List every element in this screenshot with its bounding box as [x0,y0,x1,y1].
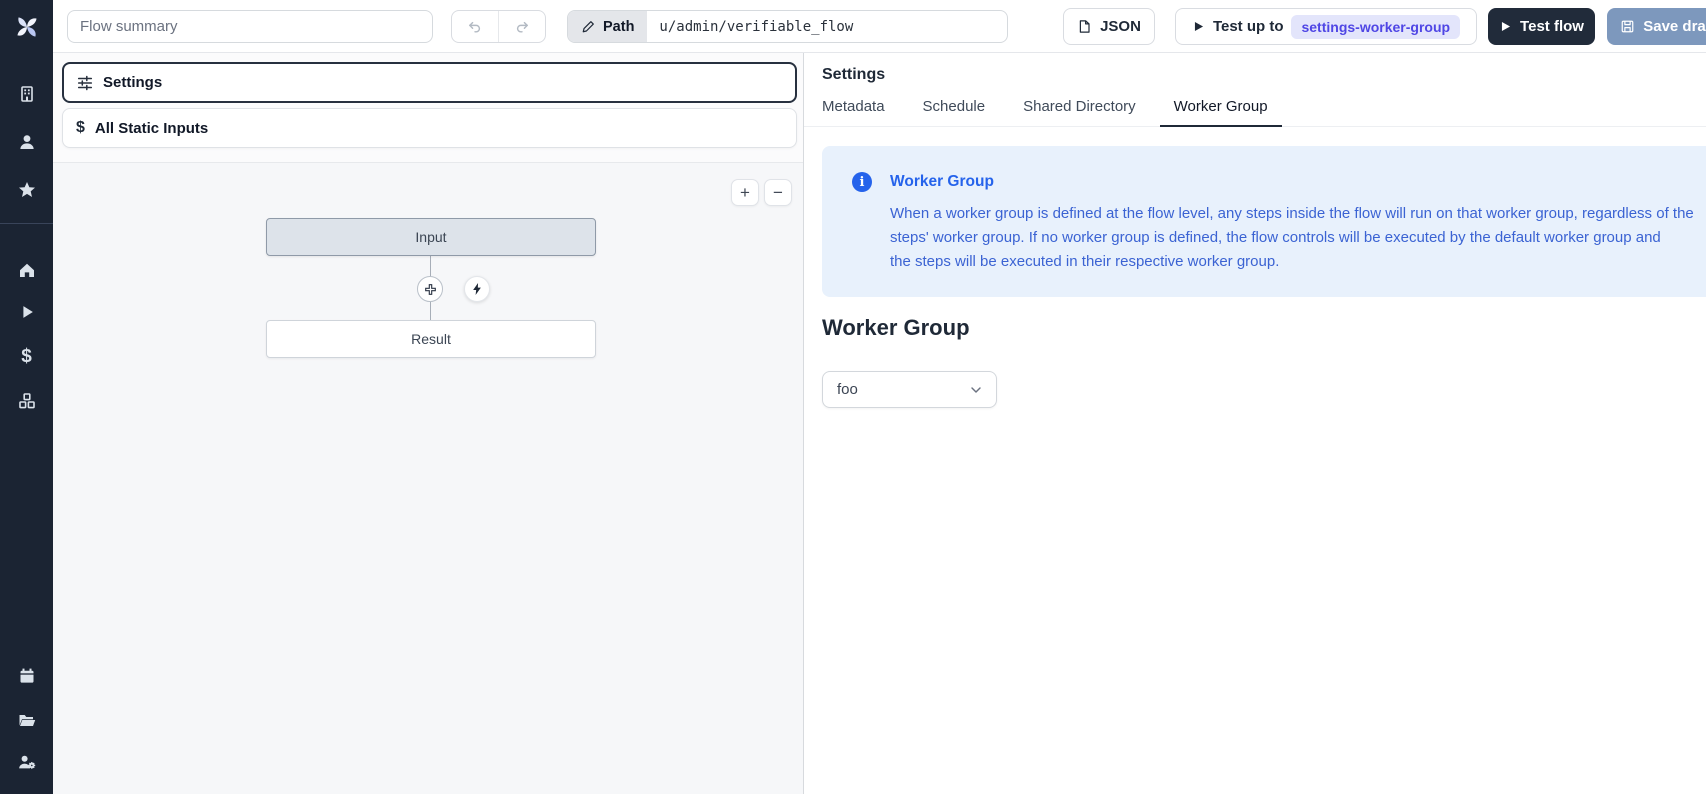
test-up-to-target-badge: settings-worker-group [1291,15,1460,39]
play-icon [1192,20,1205,33]
flow-settings-node[interactable]: Settings [62,62,797,103]
save-icon [1620,19,1635,34]
path-value-field[interactable]: u/admin/verifiable_flow [647,11,865,42]
redo-button[interactable] [498,11,545,42]
input-node-label: Input [415,229,446,245]
trigger-button[interactable] [464,276,490,302]
test-up-to-label: Test up to [1213,18,1284,35]
lightning-bolt-icon [470,282,484,296]
chevron-down-icon [968,382,984,398]
all-static-inputs-label: All Static Inputs [95,120,208,137]
flow-editor-panel: Settings $ All Static Inputs + − Input R… [53,53,804,794]
user-icon[interactable] [0,127,53,157]
play-icon [1499,20,1512,33]
test-flow-label: Test flow [1520,18,1584,35]
path-value: u/admin/verifiable_flow [659,19,853,35]
undo-icon [467,19,483,35]
zoom-out-button[interactable]: − [764,179,792,206]
top-toolbar: Path u/admin/verifiable_flow JSON Test u… [53,0,1706,53]
json-button-label: JSON [1100,18,1141,35]
windmill-logo[interactable] [0,0,53,53]
home-icon[interactable] [0,255,53,285]
undo-button[interactable] [452,11,498,42]
tab-metadata[interactable]: Metadata [822,93,885,126]
add-step-button[interactable] [417,276,443,302]
workspace-building-icon[interactable] [0,79,53,109]
rail-divider [0,223,53,224]
worker-group-select-value: foo [837,381,858,398]
input-node[interactable]: Input [266,218,596,256]
redo-icon [514,19,530,35]
worker-group-select[interactable]: foo [822,371,997,408]
panel-title: Settings [822,66,885,84]
plus-cross-icon [423,282,438,297]
sliders-icon [76,74,94,92]
info-icon: i [852,172,872,192]
result-node-label: Result [411,331,451,347]
resources-cubes-icon[interactable] [0,386,53,416]
info-box-text: When a worker group is defined at the fl… [890,202,1706,226]
windmill-logo-icon [13,13,41,41]
settings-tabs: Metadata Schedule Shared Directory Worke… [804,93,1706,127]
left-nav-rail: $ [0,0,53,794]
test-flow-button[interactable]: Test flow [1488,8,1595,45]
folders-icon[interactable] [0,705,53,735]
test-up-to-button[interactable]: Test up to settings-worker-group [1175,8,1477,45]
worker-group-info-box: i Worker Group When a worker group is de… [822,146,1706,297]
dollar-icon: $ [76,119,85,137]
flow-summary-input[interactable] [67,10,433,43]
zoom-in-button[interactable]: + [731,179,759,206]
json-button[interactable]: JSON [1063,8,1155,45]
info-box-text: steps' worker group. If no worker group … [890,226,1706,250]
variables-dollar-icon[interactable]: $ [0,342,53,372]
save-draft-button[interactable]: Save draft [1607,8,1706,45]
path-label: Path [603,19,634,35]
schedules-calendar-icon[interactable] [0,661,53,691]
info-box-title: Worker Group [890,173,994,191]
favorites-star-icon[interactable] [0,175,53,205]
all-static-inputs-node[interactable]: $ All Static Inputs [62,108,797,148]
tab-shared-directory[interactable]: Shared Directory [1023,93,1136,126]
json-file-icon [1077,19,1092,34]
worker-group-heading: Worker Group [822,315,970,341]
tab-worker-group[interactable]: Worker Group [1174,93,1268,126]
save-draft-label: Save draft [1643,18,1706,35]
settings-panel: Settings Metadata Schedule Shared Direct… [804,53,1706,794]
flow-settings-label: Settings [103,74,162,91]
pencil-icon [581,19,596,34]
path-control: Path u/admin/verifiable_flow [567,10,1008,43]
tab-schedule[interactable]: Schedule [923,93,986,126]
runs-play-icon[interactable] [0,297,53,327]
undo-redo-group [451,10,546,43]
path-edit-button[interactable]: Path [568,11,647,42]
result-node[interactable]: Result [266,320,596,358]
info-box-text: the steps will be executed in their resp… [890,250,1706,274]
workers-user-cog-icon[interactable] [0,747,53,777]
